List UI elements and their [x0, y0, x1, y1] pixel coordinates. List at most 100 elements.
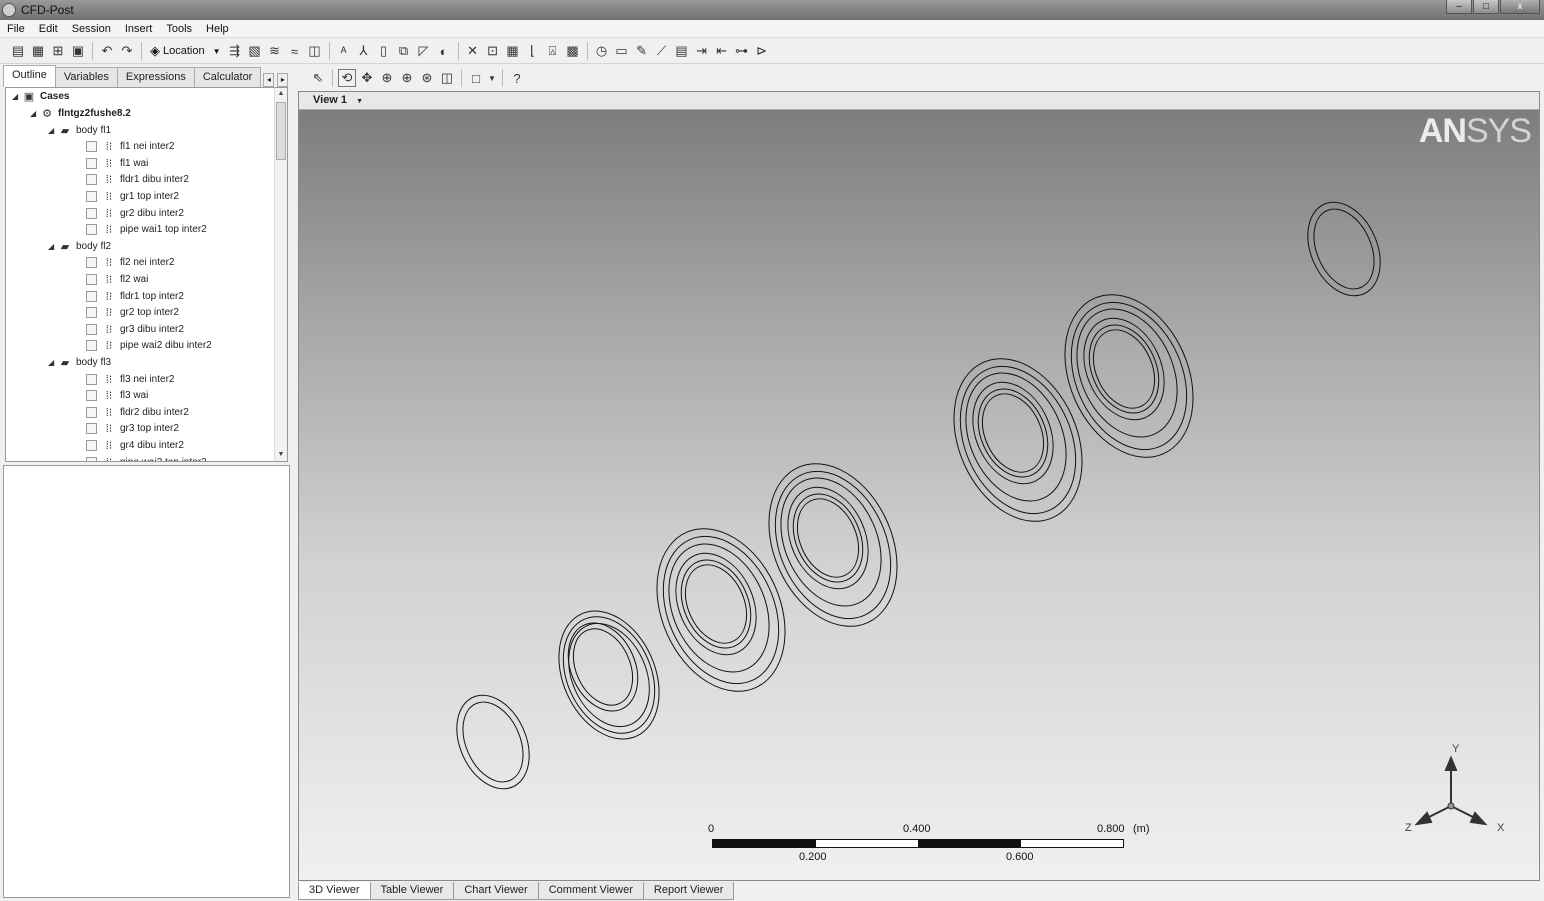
visibility-checkbox[interactable] — [86, 406, 97, 418]
collapse-icon[interactable]: ◢ — [48, 358, 58, 367]
tab-expressions[interactable]: Expressions — [116, 67, 195, 87]
legend-icon[interactable]: ▯ — [375, 42, 393, 60]
tree-node-boundary[interactable]: ⁞⁝ gr3 dibu inter2 — [86, 321, 184, 337]
rotate-icon[interactable]: ⟲ — [338, 69, 356, 87]
visibility-checkbox[interactable] — [86, 207, 97, 219]
collapse-icon[interactable]: ◢ — [48, 126, 58, 135]
tree-node-case[interactable]: ◢ ⚙ flntgz2fushe8.2 — [30, 105, 131, 121]
tree-node-body[interactable]: ◢ ▰ body fl1 — [48, 122, 111, 138]
visibility-checkbox[interactable] — [86, 141, 97, 153]
tree-node-boundary[interactable]: ⁞⁝ fl1 nei inter2 — [86, 139, 174, 155]
tree-node-cases[interactable]: ◢ ▣ Cases — [12, 88, 69, 104]
tree-node-boundary[interactable]: ⁞⁝ fl2 nei inter2 — [86, 255, 174, 271]
view-selector[interactable]: View 1 ▼ — [299, 92, 1539, 110]
zoom-box-icon[interactable]: ⊕ — [398, 69, 416, 87]
timestep-icon[interactable]: ◷ — [593, 42, 611, 60]
tree-scrollbar[interactable]: ▲ ▼ — [274, 88, 287, 461]
fit-view-icon[interactable]: ◫ — [438, 69, 456, 87]
tree-node-boundary[interactable]: ⁞⁝ fldr1 top inter2 — [86, 288, 184, 304]
tree-node-boundary[interactable]: ⁞⁝ fl2 wai — [86, 271, 148, 287]
tree-node-boundary[interactable]: ⁞⁝ fl3 wai — [86, 388, 148, 404]
visibility-checkbox[interactable] — [86, 224, 97, 236]
menu-insert[interactable]: Insert — [118, 23, 160, 35]
tab-report-viewer[interactable]: Report Viewer — [642, 882, 735, 900]
visibility-checkbox[interactable] — [86, 439, 97, 451]
scroll-up-icon[interactable]: ▲ — [275, 88, 287, 100]
visibility-checkbox[interactable] — [86, 157, 97, 169]
visibility-checkbox[interactable] — [86, 190, 97, 202]
menu-session[interactable]: Session — [65, 23, 118, 35]
pan-icon[interactable]: ✥ — [358, 69, 376, 87]
visibility-checkbox[interactable] — [86, 423, 97, 435]
help-icon[interactable]: ? — [508, 69, 526, 87]
visibility-checkbox[interactable] — [86, 323, 97, 335]
probe-icon[interactable]: ⟋ — [653, 42, 671, 60]
tab-calculator[interactable]: Calculator — [193, 67, 262, 87]
volume-rendering-icon[interactable]: ◫ — [306, 42, 324, 60]
expression-icon[interactable]: ⊡ — [484, 42, 502, 60]
tree-node-boundary[interactable]: ⁞⁝ fl3 nei inter2 — [86, 371, 174, 387]
tab-outline[interactable]: Outline — [3, 65, 56, 87]
tree-node-boundary[interactable]: ⁞⁝ fldr1 dibu inter2 — [86, 172, 189, 188]
tree-node-boundary[interactable]: ⁞⁝ pipe wai1 top inter2 — [86, 222, 207, 238]
maximize-button[interactable]: □ — [1473, 0, 1499, 14]
minimize-button[interactable]: – — [1446, 0, 1472, 14]
command-icon[interactable]: ⊳ — [753, 42, 771, 60]
scrollbar-thumb[interactable] — [276, 102, 286, 160]
tree-node-boundary[interactable]: ⁞⁝ fldr2 dibu inter2 — [86, 404, 189, 420]
tab-chart-viewer[interactable]: Chart Viewer — [453, 882, 539, 900]
chevron-down-icon[interactable]: ▼ — [487, 69, 497, 87]
particle-icon[interactable]: ≈ — [286, 42, 304, 60]
tree-node-boundary[interactable]: ⁞⁝ gr1 top inter2 — [86, 188, 179, 204]
visibility-checkbox[interactable] — [86, 257, 97, 269]
menu-tools[interactable]: Tools — [159, 23, 199, 35]
tree-node-boundary[interactable]: ⁞⁝ gr4 dibu inter2 — [86, 437, 184, 453]
load-icon[interactable]: ⊞ — [49, 42, 67, 60]
tab-table-viewer[interactable]: Table Viewer — [369, 882, 455, 900]
animation-icon[interactable]: ▭ — [613, 42, 631, 60]
menu-file[interactable]: File — [0, 23, 32, 35]
coordinate-frame-icon[interactable]: ⅄ — [355, 42, 373, 60]
variable-icon[interactable]: ✕ — [464, 42, 482, 60]
quick-edit-icon[interactable]: ✎ — [633, 42, 651, 60]
print-icon[interactable]: ▣ — [69, 42, 87, 60]
tree-node-boundary[interactable]: ⁞⁝ fl1 wai — [86, 155, 148, 171]
table-icon[interactable]: ▦ — [504, 42, 522, 60]
3d-viewer[interactable]: View 1 ▼ ANSYS 0 0.400 0.800 (m) 0.200 0… — [298, 91, 1540, 881]
collapse-icon[interactable]: ◢ — [30, 109, 40, 118]
menu-help[interactable]: Help — [199, 23, 236, 35]
visibility-checkbox[interactable] — [86, 307, 97, 319]
instance-transform-icon[interactable]: ⧉ — [395, 42, 413, 60]
visibility-checkbox[interactable] — [86, 290, 97, 302]
figure-icon[interactable]: ▩ — [564, 42, 582, 60]
visibility-checkbox[interactable] — [86, 390, 97, 402]
import-icon[interactable]: ⇤ — [713, 42, 731, 60]
visibility-checkbox[interactable] — [86, 174, 97, 186]
text-icon[interactable]: ᴬ — [335, 42, 353, 60]
visibility-checkbox[interactable] — [86, 273, 97, 285]
comment-icon[interactable]: ⍓ — [544, 42, 562, 60]
scroll-down-icon[interactable]: ▼ — [275, 449, 287, 461]
visibility-checkbox[interactable] — [86, 340, 97, 352]
tab-comment-viewer[interactable]: Comment Viewer — [537, 882, 644, 900]
close-button[interactable]: x — [1500, 0, 1540, 14]
tab-scroll-right-icon[interactable]: ▸ — [277, 73, 289, 87]
menu-edit[interactable]: Edit — [32, 23, 65, 35]
tree-node-boundary[interactable]: ⁞⁝ pipe wai2 dibu inter2 — [86, 338, 212, 354]
zoom-icon[interactable]: ⊕ — [378, 69, 396, 87]
visibility-checkbox[interactable] — [86, 456, 97, 461]
visibility-checkbox[interactable] — [86, 373, 97, 385]
tree-node-boundary[interactable]: ⁞⁝ pipe wai2 top inter2 — [86, 454, 207, 461]
tree-node-body[interactable]: ◢ ▰ body fl2 — [48, 238, 111, 254]
save-icon[interactable]: ▦ — [29, 42, 47, 60]
select-icon[interactable]: ⇖ — [309, 69, 327, 87]
tab-scroll-left-icon[interactable]: ◂ — [263, 73, 275, 87]
contour-icon[interactable]: ▧ — [246, 42, 264, 60]
color-map-icon[interactable]: ◐ — [435, 42, 453, 60]
tab-3d-viewer[interactable]: 3D Viewer — [298, 882, 371, 900]
export-icon[interactable]: ⇥ — [693, 42, 711, 60]
new-icon[interactable]: ▤ — [9, 42, 27, 60]
viewport-layout-icon[interactable]: □ — [467, 69, 485, 87]
zoom-fit-icon[interactable]: ⊛ — [418, 69, 436, 87]
clip-plane-icon[interactable]: ◸ — [415, 42, 433, 60]
